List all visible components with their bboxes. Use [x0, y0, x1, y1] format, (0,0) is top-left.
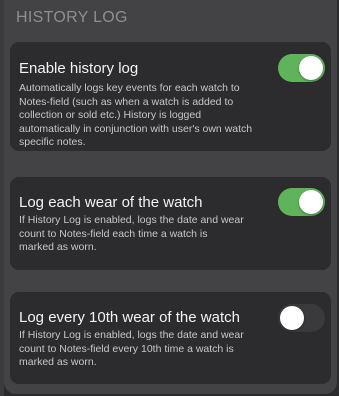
section-header: HISTORY LOG — [16, 9, 128, 26]
description-line: count to Notes-field each time a watch i… — [19, 227, 208, 240]
description-line: collection or sold etc.) History is logg… — [19, 109, 202, 121]
description-line: specific notes. — [19, 136, 86, 148]
log-each-wear-toggle[interactable] — [278, 188, 325, 216]
setting-title: Log every 10th wear of the watch — [19, 309, 240, 326]
description-line: marked as worn. — [19, 356, 97, 368]
description-line: Notes-field (such as when a watch is add… — [19, 95, 234, 108]
setting-card-enable-history-log: Enable history log Automatically logs ke… — [10, 42, 331, 151]
description-line: If History Log is enabled, logs the date… — [19, 329, 244, 341]
setting-description: If History Log is enabled, logs the date… — [19, 214, 269, 255]
setting-title: Log each wear of the watch — [19, 194, 203, 211]
log-every-10th-wear-toggle[interactable] — [278, 304, 325, 332]
setting-title: Enable history log — [19, 60, 139, 77]
enable-history-log-toggle[interactable] — [278, 54, 325, 82]
description-line: count to Notes-field every 10th time a w… — [19, 342, 234, 355]
setting-card-log-each-wear: Log each wear of the watch If History Lo… — [10, 177, 331, 270]
toggle-knob — [299, 56, 323, 80]
setting-card-log-every-10th-wear: Log every 10th wear of the watch If Hist… — [10, 292, 331, 384]
description-line: marked as worn. — [19, 241, 97, 253]
description-line: Automatically logs key events for each w… — [19, 82, 240, 94]
description-line: If History Log is enabled, logs the date… — [19, 214, 244, 226]
setting-description: If History Log is enabled, logs the date… — [19, 329, 269, 370]
toggle-knob — [280, 306, 304, 330]
history-log-panel: HISTORY LOG Enable history log Automatic… — [4, 0, 337, 394]
toggle-knob — [299, 190, 323, 214]
description-line: automatically in conjunction with user's… — [19, 122, 253, 135]
setting-description: Automatically logs key events for each w… — [19, 82, 269, 150]
